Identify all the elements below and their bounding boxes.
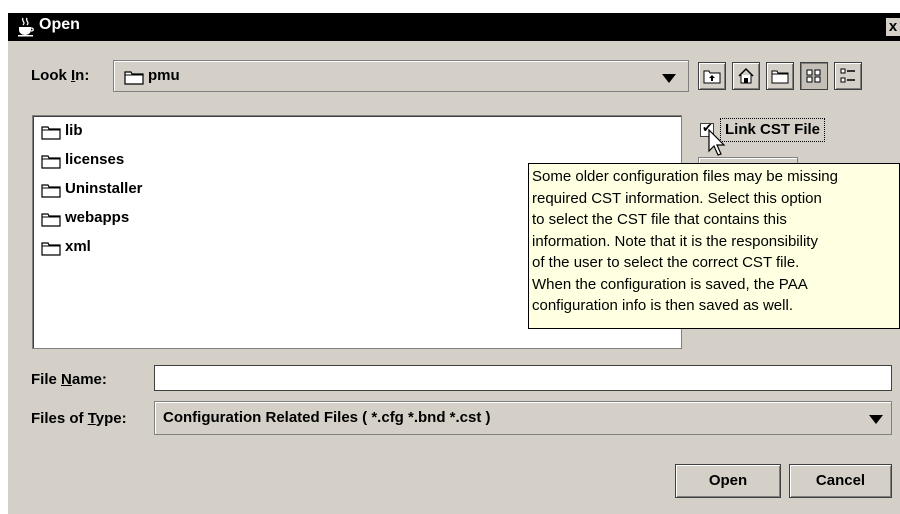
chevron-down-icon[interactable] [869, 415, 883, 424]
new-folder-icon [771, 70, 789, 84]
tooltip-line: When the configuration is saved, the PAA [532, 275, 808, 293]
files-of-type-combo[interactable]: Configuration Related Files ( *.cfg *.bn… [154, 401, 892, 435]
java-cup-icon [18, 17, 34, 37]
chevron-down-icon[interactable] [662, 74, 676, 83]
home-button[interactable] [732, 62, 760, 90]
tooltip: Some older configuration files may be mi… [528, 163, 900, 329]
list-item-label: lib [65, 122, 83, 139]
close-button[interactable]: x [886, 18, 900, 36]
details-view-button[interactable] [834, 62, 862, 90]
look-in-label: Look In: [31, 67, 90, 84]
list-item-label: Uninstaller [65, 180, 143, 197]
folder-icon [124, 71, 144, 85]
window-title: Open [39, 16, 80, 33]
tooltip-line: required CST information. Select this op… [532, 189, 822, 207]
link-cst-label[interactable]: Link CST File [720, 118, 826, 142]
open-button[interactable]: Open [675, 464, 781, 498]
list-view-button[interactable] [800, 62, 828, 90]
home-icon [738, 67, 754, 84]
mouse-pointer-icon [708, 129, 726, 156]
folder-icon [41, 213, 61, 227]
new-folder-button[interactable] [766, 62, 794, 90]
look-in-combo[interactable]: pmu [113, 60, 689, 92]
cancel-button[interactable]: Cancel [789, 464, 892, 498]
list-item-label: licenses [65, 151, 125, 168]
folder-icon [41, 155, 61, 169]
details-view-icon [840, 68, 855, 83]
tooltip-line: configuration info is then saved as well… [532, 297, 793, 314]
file-name-label: File Name: [31, 371, 107, 388]
list-view-icon [806, 69, 821, 83]
files-of-type-label: Files of Type: [31, 410, 127, 427]
tooltip-line: information. Note that it is the respons… [532, 232, 818, 250]
folder-icon [41, 184, 61, 198]
list-item-label: xml [65, 238, 91, 255]
up-folder-icon [703, 70, 721, 84]
list-item-label: webapps [65, 209, 130, 226]
folder-icon [41, 126, 61, 140]
folder-icon [41, 242, 61, 256]
tooltip-line: to select the CST file that contains thi… [532, 211, 787, 228]
title-bar: Open x [8, 13, 900, 41]
look-in-value: pmu [148, 67, 180, 84]
files-of-type-value: Configuration Related Files ( *.cfg *.bn… [163, 409, 491, 426]
up-one-level-button[interactable] [698, 62, 726, 90]
file-name-field[interactable] [154, 365, 892, 391]
tooltip-line: Some older configuration files may be mi… [532, 168, 838, 185]
open-dialog: Look In: pmu lib licenses Uninstaller we… [8, 41, 900, 514]
tooltip-line: of the user to select the correct CST fi… [532, 254, 800, 271]
